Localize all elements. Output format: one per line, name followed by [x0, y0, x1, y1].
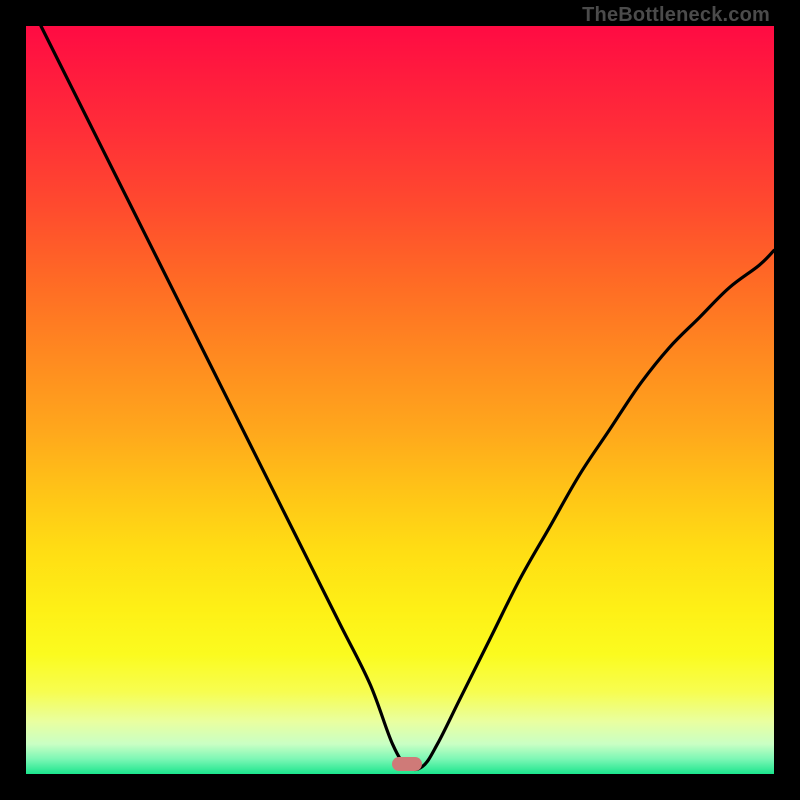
bottleneck-curve [41, 26, 774, 770]
watermark-text: TheBottleneck.com [582, 4, 770, 27]
curve-svg [26, 26, 774, 774]
minimum-marker [392, 757, 422, 771]
chart-frame: TheBottleneck.com [0, 0, 800, 800]
plot-area [26, 26, 774, 774]
